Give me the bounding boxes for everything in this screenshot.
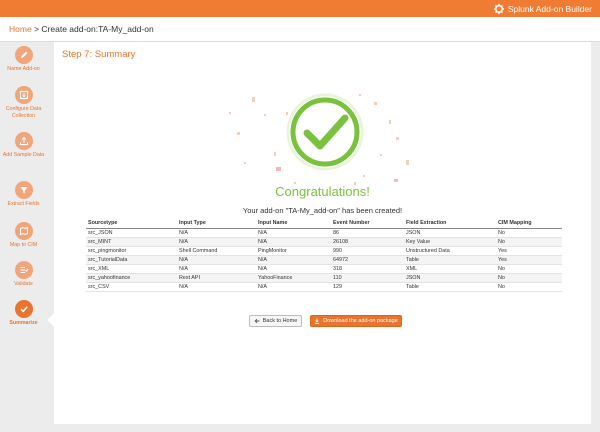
table-cell: N/A	[177, 237, 256, 247]
download-icon	[315, 318, 320, 324]
congratulations-heading: Congratulations!	[275, 184, 370, 199]
col-header: CIM Mapping	[496, 218, 562, 229]
table-cell: N/A	[256, 237, 331, 247]
table-cell: src_XML	[86, 264, 177, 274]
sidebar-step-configure-data[interactable]: Configure Data Collection	[0, 86, 47, 119]
table-cell: 990	[331, 246, 404, 256]
sidebar-step-label: Configure Data Collection	[5, 106, 42, 119]
table-cell: src_CSV	[86, 282, 177, 292]
col-header: Event Number	[331, 218, 404, 229]
breadcrumb-separator: >	[34, 24, 40, 34]
table-cell: No	[496, 273, 562, 283]
table-cell: Table	[404, 255, 496, 265]
breadcrumb-bar: Home > Create add-on:TA-My_add-on	[0, 17, 600, 42]
button-label: Download the add-on package	[323, 318, 398, 324]
table-cell: N/A	[256, 282, 331, 292]
table-cell: Shell Command	[177, 246, 256, 256]
step-sidebar: Name Add-on Configure Data Collection Ad…	[0, 42, 47, 432]
table-cell: Key Value	[404, 237, 496, 247]
map-icon	[14, 222, 33, 240]
table-cell: 86	[331, 228, 404, 238]
table-cell: 129	[331, 282, 404, 292]
sidebar-step-add-sample-data[interactable]: Add Sample Data	[0, 132, 47, 159]
sidebar-step-label: Validate	[14, 281, 33, 287]
table-cell: src_yahoofinance	[86, 273, 177, 283]
created-message: Your add-on "TA-My_add-on" has been crea…	[242, 206, 403, 215]
table-cell: Table	[404, 282, 496, 292]
table-cell: N/A	[256, 264, 331, 274]
sidebar-step-label: Extract Fields	[7, 201, 40, 207]
sidebar-step-extract-fields[interactable]: Extract Fields	[0, 181, 47, 208]
filter-icon	[14, 181, 33, 199]
table-cell: Rest API	[177, 273, 256, 283]
table-cell: 110	[331, 273, 404, 283]
breadcrumb-home-link[interactable]: Home	[9, 24, 32, 34]
table-cell: src_pingmonitor	[86, 246, 177, 256]
table-row: src_XML N/A N/A 318 XML No	[86, 264, 562, 274]
table-cell: XML	[404, 264, 496, 274]
table-cell: Yes	[496, 255, 562, 265]
table-header-row: Sourcetype Input Type Input Name Event N…	[86, 218, 562, 229]
col-header: Input Name	[256, 218, 331, 229]
table-cell: 318	[331, 264, 404, 274]
table-row: src_TutorialData N/A N/A 64972 Table Yes	[86, 255, 562, 265]
breadcrumb-current: Create add-on:TA-My_add-on	[41, 24, 154, 34]
table-cell: src_MINT	[86, 237, 177, 247]
breadcrumb: Home > Create add-on:TA-My_add-on	[9, 24, 154, 34]
table-row: src_yahoofinance Rest API YahooFinance 1…	[86, 273, 562, 283]
table-row: src_JSON N/A N/A 86 JSON No	[86, 228, 562, 238]
table-cell: N/A	[177, 264, 256, 274]
table-cell: JSON	[404, 228, 496, 238]
table-cell: No	[496, 264, 562, 274]
table-cell: YahooFinance	[256, 273, 331, 283]
sidebar-step-label: Map to CIM	[9, 242, 38, 248]
table-cell: 64972	[331, 255, 404, 265]
col-header: Input Type	[177, 218, 256, 229]
table-cell: Unstructured Data	[404, 246, 496, 256]
validate-icon	[14, 261, 33, 279]
top-bar: Splunk Add-on Builder	[0, 0, 600, 17]
back-arrow-icon	[254, 318, 260, 324]
table-cell: N/A	[256, 228, 331, 238]
table-cell: src_TutorialData	[86, 255, 177, 265]
table-cell: No	[496, 282, 562, 292]
app-brand[interactable]: Splunk Add-on Builder	[493, 2, 592, 15]
active-step-pointer	[47, 313, 54, 327]
table-cell: No	[496, 237, 562, 247]
sidebar-step-label: Add Sample Data	[2, 152, 45, 158]
table-row: src_CSV N/A N/A 129 Table No	[86, 282, 562, 292]
table-row: src_MINT N/A N/A 26108 Key Value No	[86, 237, 562, 247]
sidebar-step-label: Name Add-on	[7, 66, 40, 72]
table-cell: No	[496, 228, 562, 238]
sidebar-step-name-addon[interactable]: Name Add-on	[0, 46, 47, 73]
download-package-button[interactable]: Download the add-on package	[310, 315, 402, 327]
pencil-icon	[14, 46, 33, 64]
table-cell: JSON	[404, 273, 496, 283]
table-cell: N/A	[177, 228, 256, 238]
back-to-home-button[interactable]: Back to Home	[249, 315, 302, 327]
table-cell: N/A	[177, 255, 256, 265]
sidebar-step-summarize[interactable]: Summarize	[0, 300, 47, 327]
table-cell: N/A	[256, 255, 331, 265]
sidebar-step-map-to-cim[interactable]: Map to CIM	[0, 222, 47, 249]
col-header: Field Extraction	[404, 218, 496, 229]
summary-panel: Step 7: Summary Congratulations! Your ad…	[54, 42, 591, 424]
check-icon	[14, 300, 33, 318]
col-header: Sourcetype	[86, 218, 177, 229]
table-row: src_pingmonitor Shell Command PingMonito…	[86, 246, 562, 256]
table-cell: PingMonitor	[256, 246, 331, 256]
brand-name: Splunk Add-on Builder	[507, 3, 592, 14]
table-cell: Yes	[496, 246, 562, 256]
summary-table: Sourcetype Input Type Input Name Event N…	[86, 218, 562, 292]
data-input-icon	[14, 86, 33, 104]
upload-icon	[14, 132, 33, 150]
gear-icon	[493, 3, 504, 14]
sidebar-step-label: Summarize	[9, 320, 38, 326]
table-cell: src_JSON	[86, 228, 177, 238]
button-label: Back to Home	[262, 318, 298, 324]
sidebar-step-validate[interactable]: Validate	[0, 261, 47, 288]
table-cell: 26108	[331, 237, 404, 247]
table-cell: N/A	[177, 282, 256, 292]
